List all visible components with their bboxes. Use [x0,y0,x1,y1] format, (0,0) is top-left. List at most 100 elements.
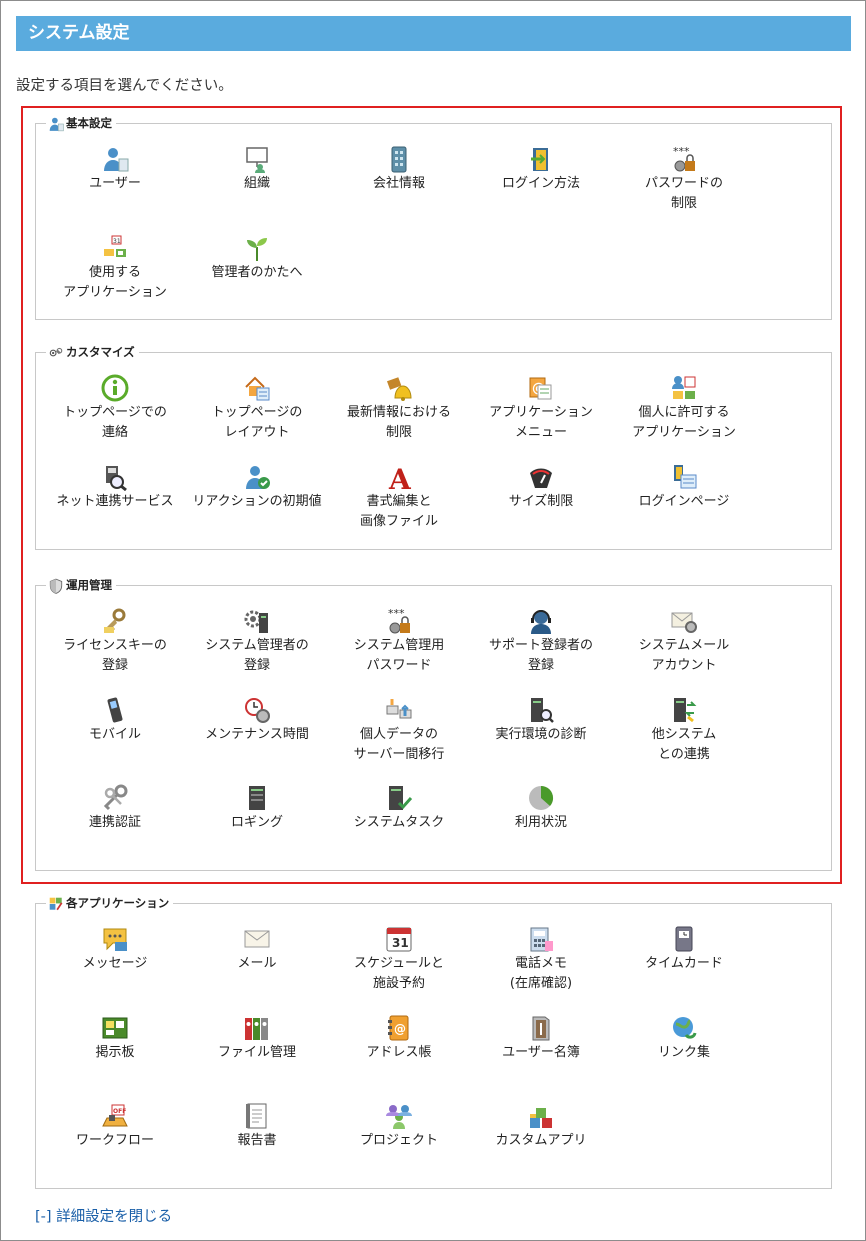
settings-item[interactable]: 個人データの サーバー間移行 [324,696,474,765]
settings-item-label: アプリケーション メニュー [489,405,593,440]
settings-item[interactable]: OFF ワークフロー [40,1102,190,1151]
settings-item-label: システムメール アカウント [638,638,730,673]
close-detail-settings-link[interactable]: [-] 詳細設定を閉じる [35,1205,172,1226]
address-book-icon: @ [388,1015,409,1041]
settings-item[interactable]: トップページでの 連絡 [40,374,190,443]
settings-item[interactable]: *** システム管理用 パスワード [324,607,474,676]
settings-item[interactable]: 組織 [182,145,332,194]
settings-item-label: メンテナンス時間 [205,727,309,742]
settings-item-label: カスタムアプリ [495,1133,587,1148]
net-service-icon [106,466,127,491]
section-title: 各アプリケーション [46,895,174,912]
server-check-icon [389,786,413,810]
settings-item[interactable]: ログインページ [609,463,759,512]
settings-item[interactable]: プロジェクト [324,1102,474,1151]
keys-icon [103,784,128,811]
settings-item[interactable]: メッセージ [40,925,190,974]
font-icon: A [388,463,412,491]
settings-item-label: リアクションの初期値 [192,494,322,509]
settings-item[interactable]: カスタムアプリ [466,1102,616,1151]
settings-item[interactable]: モバイル [40,696,190,745]
settings-item[interactable]: 報告書 [182,1102,332,1151]
settings-item[interactable]: システムタスク [324,784,474,833]
settings-item[interactable]: @ アプリケーション メニュー [466,374,616,443]
settings-item[interactable]: ユーザー [40,145,190,194]
settings-item-label: 最新情報における 制限 [346,405,451,440]
settings-item-label: モバイル [88,727,141,742]
svg-text:31: 31 [392,936,409,950]
settings-item-label: ロギング [230,815,283,830]
settings-item[interactable]: *** パスワードの 制限 [609,145,759,214]
organization-icon [246,147,268,173]
settings-item[interactable]: 電話メモ (在席確認) [466,925,616,994]
settings-item-label: トップページでの 連絡 [63,405,167,440]
settings-item[interactable]: 他システム との連携 [609,696,759,765]
settings-item[interactable]: 個人に許可する アプリケーション [609,374,759,443]
personal-apps-icon [672,376,696,399]
settings-item[interactable]: ロギング [182,784,332,833]
settings-item[interactable]: ログイン方法 [466,145,616,194]
settings-item-label: システムタスク [353,815,445,830]
settings-item[interactable]: 会社情報 [324,145,474,194]
section-title-text: 各アプリケーション [66,896,170,910]
user-directory-icon [532,1016,550,1041]
settings-item[interactable]: 31 スケジュールと 施設予約 [324,925,474,994]
settings-item[interactable]: 管理者のかたへ [182,234,332,283]
settings-item[interactable]: リアクションの初期値 [182,463,332,512]
settings-item[interactable]: トップページの レイアウト [182,374,332,443]
settings-item-label: 会社情報 [372,176,425,191]
mail-icon [244,930,270,948]
settings-item-label: サポート登録者の 登録 [488,638,593,673]
bell-icon [386,377,412,401]
instruction-text: 設定する項目を選んでください。 [16,78,233,94]
section-title: 基本設定 [46,115,116,132]
settings-item-label: タイムカード [645,956,723,971]
settings-item[interactable]: サポート登録者の 登録 [466,607,616,676]
workflow-icon: OFF [102,1104,128,1127]
svg-text:OFF: OFF [113,1108,126,1115]
settings-item[interactable]: ユーザー名簿 [466,1014,616,1063]
settings-item[interactable]: 31 使用する アプリケーション [40,234,190,303]
settings-item[interactable]: タイムカード [609,925,759,974]
settings-item[interactable]: @ アドレス帳 [324,1014,474,1063]
settings-item[interactable]: 連携認証 [40,784,190,833]
settings-item-label: 管理者のかたへ [211,265,303,280]
svg-text:@: @ [394,1022,406,1036]
settings-item[interactable]: サイズ制限 [466,463,616,512]
message-icon [103,928,127,951]
settings-item[interactable]: 利用状況 [466,784,616,833]
settings-item-label: 個人データの サーバー間移行 [353,727,445,762]
settings-item[interactable]: ライセンスキーの 登録 [40,607,190,676]
settings-item-label: 掲示板 [95,1045,135,1060]
gauge-icon [530,468,552,488]
settings-item[interactable]: システム管理者の 登録 [182,607,332,676]
door-icon [531,148,548,171]
settings-item[interactable]: ネット連携サービス [40,463,190,512]
settings-item[interactable]: 最新情報における 制限 [324,374,474,443]
settings-item[interactable]: 実行環境の診断 [466,696,616,745]
settings-item-label: トップページの レイアウト [211,405,303,440]
settings-item-label: ワークフロー [75,1133,154,1148]
settings-item[interactable]: システムメール アカウント [609,607,759,676]
section-title-text: 運用管理 [66,578,112,592]
settings-item-label: 連携認証 [88,815,141,830]
settings-item-label: ログイン方法 [501,176,580,191]
settings-item[interactable]: メンテナンス時間 [182,696,332,745]
sprout-icon [247,238,267,261]
globe-link-icon [673,1017,697,1039]
apps-icon: 31 [104,235,126,257]
license-key-icon [104,608,126,633]
page-title: システム設定 [16,16,851,51]
settings-item[interactable]: A 書式編集と 画像ファイル [324,463,474,532]
settings-item-label: 組織 [243,176,270,191]
settings-item[interactable]: メール [182,925,332,974]
settings-item[interactable]: リンク集 [609,1014,759,1063]
settings-item-label: システム管理用 パスワード [353,638,445,673]
phone-icon [530,927,553,952]
app-menu-icon: @ [529,377,552,400]
settings-item-label: 電話メモ (在席確認) [509,956,573,991]
settings-item[interactable]: ファイル管理 [182,1014,332,1063]
settings-item[interactable]: 掲示板 [40,1014,190,1063]
apps-edit-icon [49,897,63,910]
support-headset-icon [531,610,551,634]
